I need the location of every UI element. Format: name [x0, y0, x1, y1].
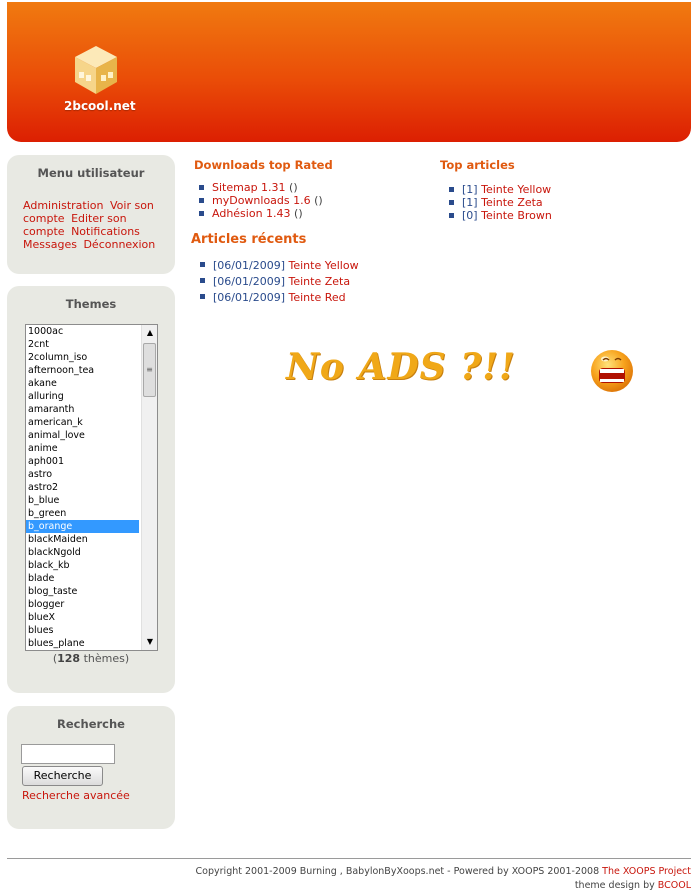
download-link-adhesion[interactable]: Adhésion 1.43 [212, 207, 291, 220]
theme-option[interactable]: blues [26, 624, 139, 637]
top-article-link[interactable]: Teinte Yellow [481, 183, 551, 196]
footer-theme-credit: theme design by BCOOL [575, 880, 691, 891]
search-button[interactable]: Recherche [22, 766, 103, 786]
scroll-up-arrow-icon[interactable]: ▲ [142, 325, 157, 341]
menu-link-administration[interactable]: Administration [23, 199, 104, 212]
theme-option[interactable]: blog_taste [26, 585, 139, 598]
download-link-mydownloads[interactable]: myDownloads 1.6 [212, 194, 311, 207]
theme-option[interactable]: b_blue [26, 494, 139, 507]
downloads-title: Downloads top Rated [194, 158, 333, 172]
theme-option[interactable]: blueX [26, 611, 139, 624]
top-articles-list: [1] Teinte Yellow [1] Teinte Zeta [0] Te… [449, 183, 552, 222]
theme-option[interactable]: aph001 [26, 455, 139, 468]
theme-option[interactable]: black_kb [26, 559, 139, 572]
top-articles-title: Top articles [440, 158, 515, 172]
menu-link-logout[interactable]: Déconnexion [83, 238, 155, 251]
download-suffix: () [314, 194, 323, 207]
shocked-smiley-icon [591, 350, 633, 392]
theme-count: (128 thèmes) [52, 652, 130, 665]
theme-count-number: 128 [57, 652, 81, 665]
theme-option[interactable]: anime [26, 442, 139, 455]
theme-option[interactable]: blackNgold [26, 546, 139, 559]
search-input[interactable] [21, 744, 115, 764]
theme-option[interactable]: akane [26, 377, 139, 390]
user-menu-title: Menu utilisateur [37, 166, 145, 180]
theme-options: 1000ac 2cnt 2column_iso afternoon_tea akane a… [26, 325, 157, 650]
header-banner: 2bcool.net [7, 2, 691, 142]
theme-option[interactable]: alluring [26, 390, 139, 403]
bcool-link[interactable]: BCOOL [658, 880, 691, 891]
recent-article-link[interactable]: Teinte Red [288, 291, 345, 304]
list-item: [06/01/2009] Teinte Zeta [200, 274, 359, 290]
article-date: [06/01/2009] [213, 291, 285, 304]
user-menu-block: Menu utilisateur Administration Voir son… [7, 155, 175, 274]
download-link-sitemap[interactable]: Sitemap 1.31 [212, 181, 286, 194]
search-block: Recherche Recherche Recherche avancée [7, 706, 175, 829]
recent-articles-list: [06/01/2009] Teinte Yellow [06/01/2009] … [200, 258, 359, 306]
article-count: [0] [462, 209, 478, 222]
scroll-down-arrow-icon[interactable]: ▼ [142, 634, 157, 650]
list-item: [0] Teinte Brown [449, 209, 552, 222]
theme-option[interactable]: blackMaiden [26, 533, 139, 546]
list-item: Adhésion 1.43 () [199, 207, 323, 220]
search-title: Recherche [57, 717, 125, 731]
user-menu-links: Administration Voir son compte Editer so… [7, 180, 175, 251]
downloads-list: Sitemap 1.31 () myDownloads 1.6 () Adhés… [199, 181, 323, 220]
article-date: [06/01/2009] [213, 275, 285, 288]
theme-option[interactable]: afternoon_tea [26, 364, 139, 377]
list-item: [06/01/2009] Teinte Red [200, 290, 359, 306]
xoops-project-link[interactable]: The XOOPS Project [602, 866, 691, 877]
list-item: [1] Teinte Zeta [449, 196, 552, 209]
recent-article-link[interactable]: Teinte Zeta [288, 275, 350, 288]
recent-articles-title: Articles récents [191, 232, 307, 247]
theme-option[interactable]: american_k [26, 416, 139, 429]
theme-option[interactable]: blade [26, 572, 139, 585]
download-suffix: () [289, 181, 298, 194]
advanced-search-link[interactable]: Recherche avancée [22, 789, 130, 802]
theme-option[interactable]: amaranth [26, 403, 139, 416]
list-item: Sitemap 1.31 () [199, 181, 323, 194]
recent-article-link[interactable]: Teinte Yellow [288, 259, 358, 272]
footer-copyright: Copyright 2001-2009 Burning , BabylonByX… [196, 866, 691, 877]
top-article-link[interactable]: Teinte Brown [481, 209, 552, 222]
theme-option[interactable]: b_green [26, 507, 139, 520]
themes-block: Themes 1000ac 2cnt 2column_iso afternoon_te… [7, 286, 175, 693]
theme-select-list[interactable]: 1000ac 2cnt 2column_iso afternoon_tea akane a… [25, 324, 158, 651]
theme-option[interactable]: blogger [26, 598, 139, 611]
article-count: [1] [462, 183, 478, 196]
article-count: [1] [462, 196, 478, 209]
list-item: [1] Teinte Yellow [449, 183, 552, 196]
theme-option[interactable]: astro2 [26, 481, 139, 494]
top-article-link[interactable]: Teinte Zeta [481, 196, 543, 209]
copyright-text: Copyright 2001-2009 Burning , BabylonByX… [195, 866, 600, 877]
theme-list-scrollbar[interactable]: ▲ ≡ ▼ [141, 325, 157, 650]
themes-title: Themes [65, 297, 117, 311]
theme-option[interactable]: animal_love [26, 429, 139, 442]
menu-link-messages[interactable]: Messages [23, 238, 77, 251]
theme-option[interactable]: 2cnt [26, 338, 139, 351]
download-suffix: () [294, 207, 303, 220]
logo-text[interactable]: 2bcool.net [64, 99, 136, 113]
list-item: [06/01/2009] Teinte Yellow [200, 258, 359, 274]
article-date: [06/01/2009] [213, 259, 285, 272]
no-ads-banner-text: No ADS ?!! [286, 346, 516, 388]
theme-option[interactable]: b_orange [26, 520, 139, 533]
menu-link-notifications[interactable]: Notifications [71, 225, 140, 238]
list-item: myDownloads 1.6 () [199, 194, 323, 207]
theme-option[interactable]: blues_plane [26, 637, 139, 650]
theme-option[interactable]: astro [26, 468, 139, 481]
scroll-thumb[interactable]: ≡ [143, 343, 156, 397]
theme-option[interactable]: 1000ac [26, 325, 139, 338]
footer-divider [7, 858, 691, 859]
theme-option[interactable]: 2column_iso [26, 351, 139, 364]
theme-count-label: thèmes) [83, 652, 130, 665]
design-prefix-text: theme design by [574, 880, 655, 891]
logo-cube-icon[interactable] [73, 44, 119, 96]
